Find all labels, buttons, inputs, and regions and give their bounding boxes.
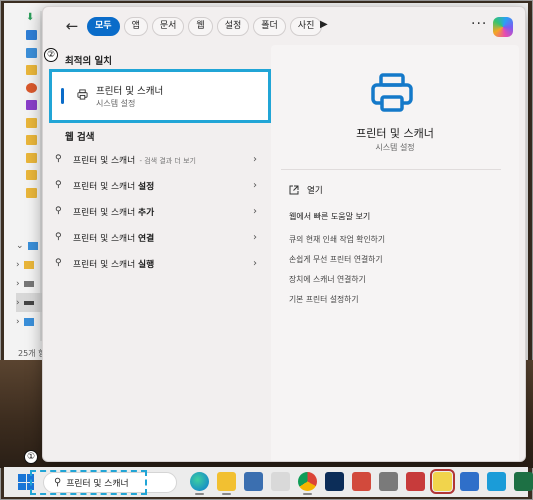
chevron-right-icon: ›: [16, 278, 20, 289]
best-match-result[interactable]: 프린터 및 스캐너 시스템 설정: [51, 71, 269, 121]
photoshop-icon[interactable]: [325, 472, 344, 491]
app-icon[interactable]: [352, 472, 371, 491]
image-icon: [26, 47, 37, 58]
chevron-right-icon: ›: [16, 259, 20, 270]
web-search-item[interactable]: ⚲ 프린터 및 스캐너 연결 ›: [55, 224, 261, 250]
web-search-item[interactable]: ⚲ 프린터 및 스캐너 설정 ›: [55, 172, 261, 198]
folder-icon: [26, 117, 37, 128]
chevron-right-icon: ›: [253, 205, 257, 217]
web-search-item[interactable]: ⚲ 프린터 및 스캐너 추가 ›: [55, 198, 261, 224]
search-icon: ⚲: [55, 154, 62, 164]
app-icon[interactable]: [460, 472, 479, 491]
chevron-right-icon: ›: [253, 153, 257, 165]
search-icon: ⚲: [55, 258, 62, 268]
web-search-item[interactable]: ⚲ 프린터 및 스캐너 실행 ›: [55, 250, 261, 276]
web-search-item[interactable]: ⚲ 프린터 및 스캐너 - 검색 결과 더 보기 ›: [55, 146, 261, 172]
search-icon: ⚲: [55, 232, 62, 242]
help-link[interactable]: 기본 프린터 설정하기: [289, 294, 359, 305]
chevron-right-icon: ›: [253, 257, 257, 269]
edge-icon[interactable]: [190, 472, 209, 495]
web-search-label: 프린터 및 스캐너 실행: [73, 259, 155, 270]
folder-icon: [26, 152, 37, 163]
best-match-subtitle: 시스템 설정: [96, 99, 136, 108]
app-icon[interactable]: [271, 472, 290, 491]
excel-icon[interactable]: [514, 472, 533, 491]
chevron-right-icon: ›: [16, 297, 20, 308]
more-options-icon[interactable]: ···: [471, 16, 487, 32]
open-label: 열기: [307, 186, 323, 196]
help-link[interactable]: 손쉽게 무선 프린터 연결하기: [289, 254, 383, 265]
drive-icon: [23, 280, 34, 287]
document-icon: [26, 30, 37, 41]
help-link[interactable]: 큐의 현재 인쇄 작업 확인하기: [289, 234, 385, 245]
web-search-label: 프린터 및 스캐너 연결: [73, 233, 155, 244]
printer-icon: [77, 89, 88, 100]
taskbar: ⚲ 프린터 및 스캐너: [4, 467, 533, 497]
detail-title: 프린터 및 스캐너: [356, 127, 434, 140]
more-filters-play-icon[interactable]: ▶: [320, 19, 328, 30]
start-search-panel: ← 모두 앱 문서 웹 설정 폴더 사진 ▶ ··· 최적의 일치 프린터 및 …: [42, 6, 526, 462]
best-match-title: 프린터 및 스캐너: [96, 86, 164, 97]
web-search-heading: 웹 검색: [65, 132, 95, 143]
printer-icon: [371, 73, 413, 112]
filter-settings[interactable]: 설정: [216, 17, 250, 36]
detail-subtitle: 시스템 설정: [375, 143, 415, 152]
chevron-right-icon: ›: [16, 316, 20, 327]
app-icon[interactable]: [244, 472, 263, 491]
help-link[interactable]: 장치에 스캐너 연결하기: [289, 274, 366, 285]
filter-chips: 모두 앱 문서 웹 설정 폴더 사진: [87, 17, 323, 36]
filter-all[interactable]: 모두: [87, 17, 120, 36]
chevron-down-icon: ⌄: [16, 240, 24, 251]
open-action[interactable]: 열기: [289, 184, 323, 196]
app-icon[interactable]: [487, 472, 506, 491]
drive-icon: [23, 300, 34, 305]
filter-folders[interactable]: 폴더: [253, 17, 286, 36]
step-1-badge: ①: [24, 450, 38, 464]
copilot-icon[interactable]: [493, 17, 513, 37]
folder-icon: [26, 65, 37, 76]
search-filter-bar: ← 모두 앱 문서 웹 설정 폴더 사진 ▶ ···: [43, 7, 525, 45]
results-list: 최적의 일치 프린터 및 스캐너 시스템 설정 웹 검색 ⚲ 프린터 및 스캐너…: [43, 45, 271, 461]
search-icon: ⚲: [55, 180, 62, 190]
web-search-label: 프린터 및 스캐너 설정: [73, 181, 155, 192]
result-detail-pane: 프린터 및 스캐너 시스템 설정 열기 웹에서 빠른 도움말 보기 큐의 현재 …: [271, 45, 519, 461]
network-icon: [23, 317, 34, 326]
pc-icon: [27, 241, 38, 250]
search-icon: ⚲: [54, 477, 62, 488]
filter-documents[interactable]: 문서: [151, 17, 185, 36]
folder-icon: [23, 260, 34, 269]
folder-icon: [26, 170, 37, 181]
open-external-icon: [289, 185, 299, 195]
video-icon: [26, 100, 37, 111]
step-2-badge: ②: [44, 48, 58, 62]
windows-start-icon[interactable]: [18, 474, 34, 490]
selection-indicator: [61, 88, 64, 104]
chevron-right-icon: ›: [253, 179, 257, 191]
chevron-right-icon: ›: [253, 231, 257, 243]
back-arrow-icon[interactable]: ←: [63, 17, 81, 35]
app-icon[interactable]: [379, 472, 398, 491]
taskbar-apps: [190, 469, 533, 495]
search-icon: ⚲: [55, 206, 62, 216]
folder-icon: [26, 187, 37, 198]
web-search-label: 프린터 및 스캐너 - 검색 결과 더 보기: [73, 155, 196, 166]
quick-help-heading: 웹에서 빠른 도움말 보기: [289, 212, 371, 221]
app-icon[interactable]: [406, 472, 425, 491]
chrome-icon[interactable]: [298, 472, 317, 495]
file-explorer-icon[interactable]: [217, 472, 236, 495]
web-search-label: 프린터 및 스캐너 추가: [73, 207, 155, 218]
taskbar-search-text: 프린터 및 스캐너: [66, 479, 129, 489]
taskbar-search-box[interactable]: ⚲ 프린터 및 스캐너: [43, 472, 177, 493]
music-icon: [26, 82, 37, 93]
filter-web[interactable]: 웹: [188, 17, 213, 36]
filter-apps[interactable]: 앱: [123, 17, 148, 36]
folder-icon: [26, 135, 37, 146]
best-match-heading: 최적의 일치: [65, 56, 113, 67]
app-icon[interactable]: [430, 469, 455, 494]
download-icon: ⬇: [26, 11, 35, 23]
filter-photos[interactable]: 사진: [289, 17, 323, 36]
divider: [281, 169, 501, 170]
